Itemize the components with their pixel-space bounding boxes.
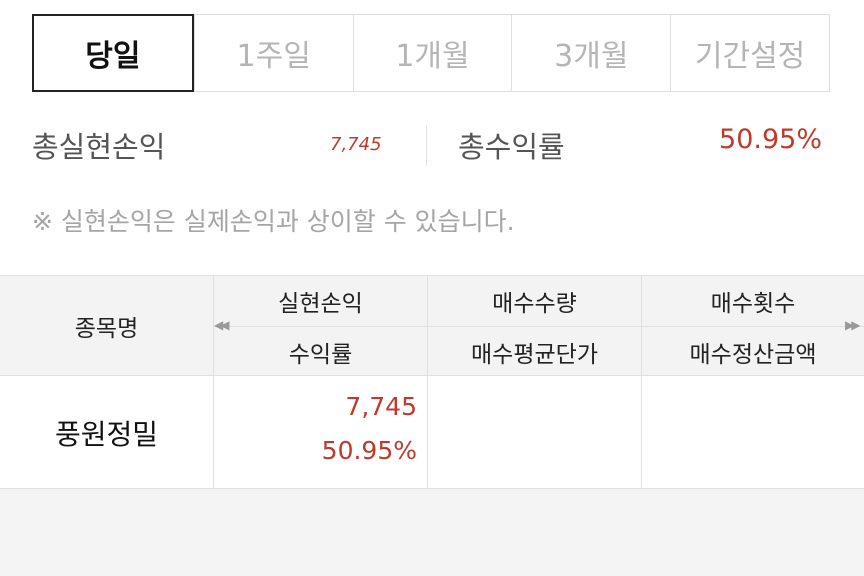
- total-realized-profit-label: 총실현손익: [32, 130, 166, 164]
- row-stock-name[interactable]: 풍원정밀: [0, 377, 213, 489]
- row-realized-profit: 7,745: [345, 392, 417, 421]
- tab-1month[interactable]: 1개월: [352, 15, 512, 91]
- total-realized-profit-value: 7,745: [330, 134, 382, 155]
- scroll-left-icon[interactable]: ◀◀: [214, 318, 230, 332]
- header-realized-profit: 실현손익: [278, 291, 363, 317]
- total-return-value: 50.95%: [719, 124, 822, 155]
- tab-3months[interactable]: 3개월: [511, 15, 670, 91]
- header-buy-settle-amount: 매수정산금액: [689, 341, 817, 368]
- header-buy-avg-price: 매수평균단가: [471, 341, 598, 368]
- row-return-rate: 50.95%: [321, 436, 417, 465]
- header-buy-count: 매수횟수: [710, 291, 796, 317]
- period-tabs: 당일 1주일 1개월 3개월 기간설정: [32, 14, 830, 92]
- notice-text: ※ 실현손익은 실제손익과 상이할 수 있습니다.: [32, 207, 515, 236]
- header-stock-name: 종목명: [74, 316, 139, 342]
- header-buy-quantity: 매수수량: [492, 291, 577, 317]
- header-return-rate: 수익률: [288, 341, 353, 368]
- total-return-label: 총수익률: [458, 130, 565, 164]
- scroll-right-icon[interactable]: ▶▶: [845, 318, 861, 332]
- stock-table[interactable]: 종목명 실현손익 수익률 매수수량 매수평균단가 매수횟수 매수정산금액 ◀◀ …: [0, 275, 864, 490]
- tab-today[interactable]: 당일: [32, 14, 194, 92]
- summary-divider: [426, 126, 427, 166]
- empty-area: [0, 489, 864, 576]
- tab-1week[interactable]: 1주일: [193, 15, 353, 91]
- tab-custom-period[interactable]: 기간설정: [670, 15, 829, 91]
- profit-summary: 총실현손익 7,745 총수익률 50.95%: [32, 124, 830, 168]
